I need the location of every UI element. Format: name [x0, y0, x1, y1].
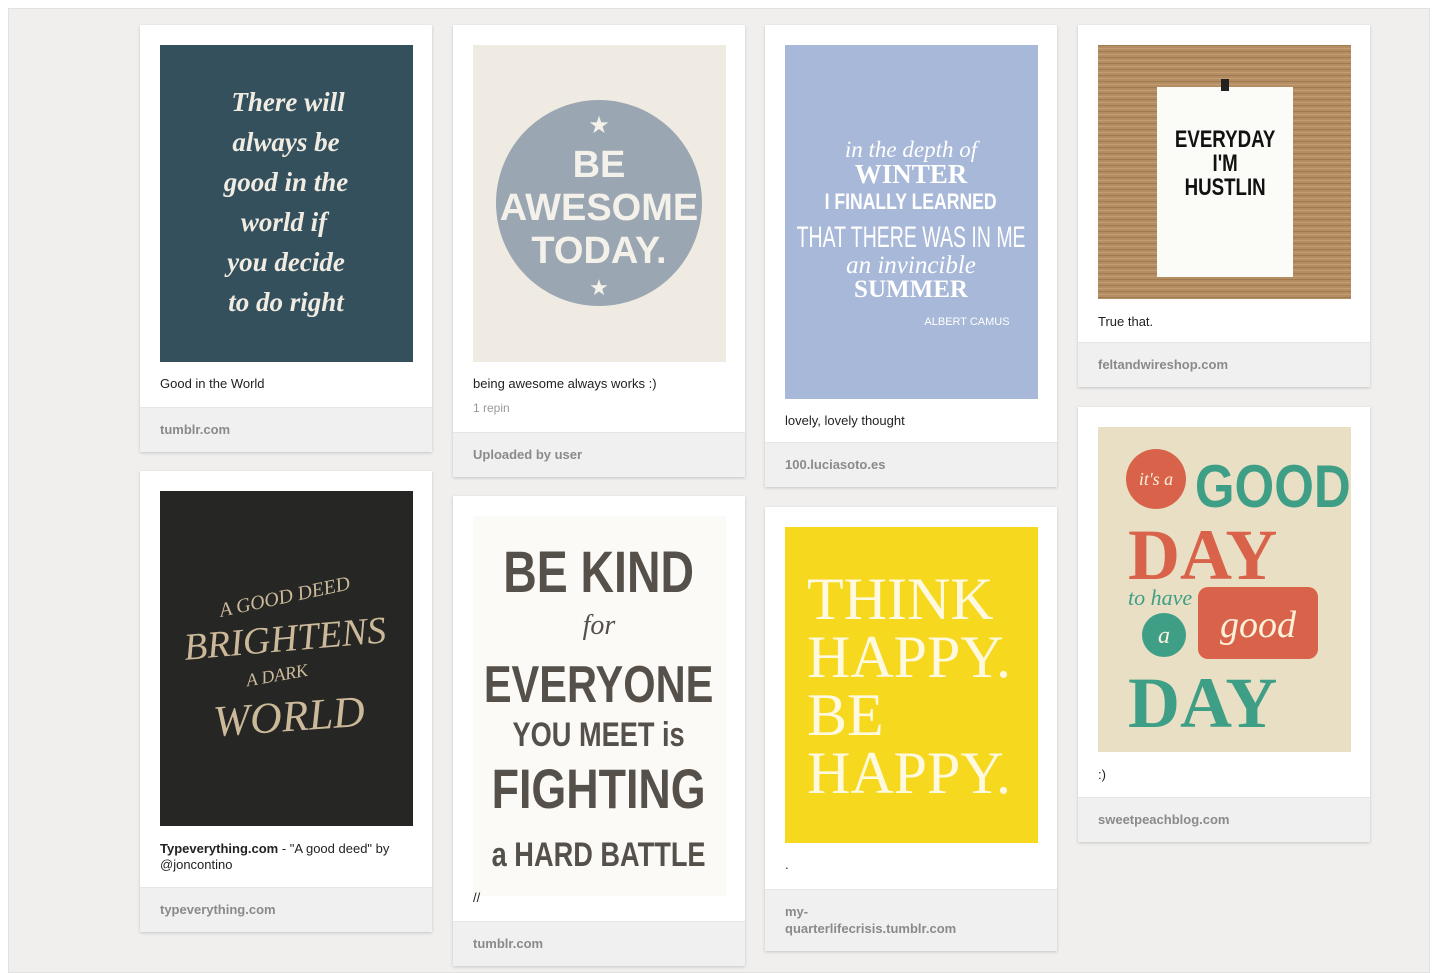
pin-source[interactable]: 100.luciasoto.es — [765, 442, 1057, 487]
pin-source[interactable]: sweetpeachblog.com — [1078, 797, 1370, 842]
pin-image[interactable]: THINK HAPPY. BE HAPPY. — [785, 527, 1038, 843]
image-text: DAY — [1128, 663, 1277, 743]
pin-source[interactable]: tumblr.com — [453, 921, 745, 966]
pin-description: :) — [1098, 767, 1106, 782]
pin-image[interactable]: it's a GOOD DAY to have a good DAY — [1098, 427, 1351, 752]
star-icon: ★ — [588, 112, 610, 139]
image-text: GOOD — [1195, 453, 1351, 520]
image-text: AWESOME — [500, 187, 698, 229]
pin-description: being awesome always works :) — [473, 376, 657, 391]
image-text: WINTER — [855, 159, 968, 189]
image-text: I FINALLY LEARNED — [825, 190, 997, 214]
image-text: EVERYDAY — [1175, 126, 1276, 153]
star-icon: ★ — [589, 275, 609, 300]
pin-image[interactable]: BE KIND for EVERYONE YOU MEET is FIGHTIN… — [473, 516, 726, 896]
image-text: an invincible — [846, 252, 976, 279]
image-text: a — [1158, 623, 1170, 649]
pin-description: . — [785, 857, 789, 872]
image-text: BE KIND — [503, 540, 694, 605]
image-text: EVERYONE — [484, 655, 714, 714]
pin-image[interactable]: in the depth of WINTER I FINALLY LEARNED… — [785, 45, 1038, 399]
image-text: THINK — [807, 566, 994, 632]
pin-source[interactable]: feltandwireshop.com — [1078, 342, 1370, 387]
pin-source[interactable]: Uploaded by user — [453, 432, 745, 477]
image-text: HAPPY. — [807, 624, 1011, 690]
pin-stats: 1 repin — [473, 401, 510, 415]
pin-source[interactable]: typeverything.com — [140, 887, 432, 932]
pin-description: True that. — [1098, 314, 1154, 329]
pin-source[interactable]: tumblr.com — [140, 407, 432, 452]
pin-card[interactable]: it's a GOOD DAY to have a good DAY :) sw… — [1078, 407, 1370, 842]
image-text: BE — [807, 682, 884, 748]
image-text: YOU MEET is — [513, 715, 685, 754]
pin-card[interactable]: There will always be good in the world i… — [140, 25, 432, 452]
image-text: There will — [231, 87, 345, 117]
pin-board: There will always be good in the world i… — [8, 8, 1430, 973]
image-text: good — [1220, 604, 1297, 646]
image-text: SUMMER — [854, 276, 969, 303]
image-text: HUSTLIN — [1185, 174, 1266, 201]
image-text: it's a — [1139, 469, 1173, 489]
image-text: DAY — [1128, 515, 1277, 595]
pin-description: // — [473, 890, 481, 905]
image-text: to have — [1128, 585, 1192, 610]
pin-card[interactable]: BE KIND for EVERYONE YOU MEET is FIGHTIN… — [453, 496, 745, 966]
pin-card[interactable]: ★ BE AWESOME TODAY. ★ being awesome alwa… — [453, 25, 745, 477]
pin-card[interactable]: EVERYDAY I'M HUSTLIN True that. feltandw… — [1078, 25, 1370, 387]
pin-card[interactable]: THINK HAPPY. BE HAPPY. . my- quarterlife… — [765, 507, 1057, 951]
image-text: THAT THERE WAS IN ME — [797, 221, 1026, 254]
pin-image[interactable]: There will always be good in the world i… — [160, 45, 413, 362]
image-text: HAPPY. — [807, 740, 1011, 806]
image-text: ALBERT CAMUS — [924, 316, 1009, 328]
image-text: to do right — [228, 287, 345, 317]
pin-description: lovely, lovely thought — [785, 413, 905, 428]
image-text: good in the — [223, 167, 349, 197]
pin-card[interactable]: A GOOD DEED BRIGHTENS A DARK WORLD Typev… — [140, 471, 432, 932]
image-text: you decide — [224, 247, 345, 277]
image-text: BE — [573, 144, 626, 186]
pin-source[interactable]: my- quarterlifecrisis.tumblr.com — [765, 889, 1057, 951]
image-text: world if — [241, 207, 330, 237]
pin-image[interactable]: ★ BE AWESOME TODAY. ★ — [473, 45, 726, 362]
image-text: I'M — [1213, 150, 1238, 177]
pin-card[interactable]: in the depth of WINTER I FINALLY LEARNED… — [765, 25, 1057, 487]
image-text: always be — [232, 127, 339, 157]
image-text: TODAY. — [531, 230, 666, 272]
pin-image[interactable]: EVERYDAY I'M HUSTLIN — [1098, 45, 1351, 299]
pin-image[interactable]: A GOOD DEED BRIGHTENS A DARK WORLD — [160, 491, 413, 826]
image-text: for — [583, 610, 616, 641]
image-text: a HARD BATTLE — [492, 835, 706, 874]
pin-description: Good in the World — [160, 376, 265, 391]
pin-description: Typeverything.com - "A good deed" by @jo… — [160, 841, 390, 872]
image-text: FIGHTING — [492, 757, 706, 820]
